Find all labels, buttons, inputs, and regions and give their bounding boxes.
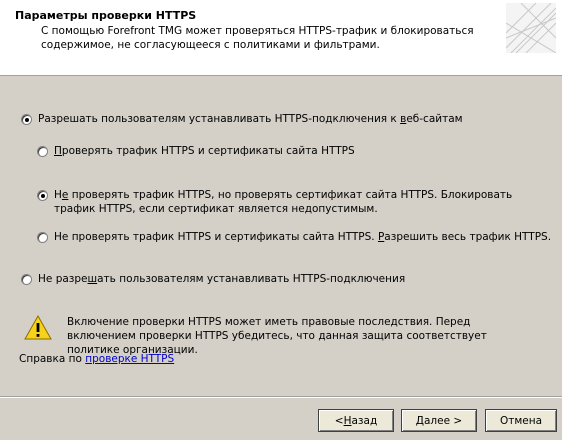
allow-all-radio[interactable]: [37, 232, 48, 243]
page-description: С помощью Forefront TMG может проверятьс…: [41, 25, 474, 51]
cancel-button[interactable]: Отмена: [485, 409, 557, 432]
help-link[interactable]: проверке HTTPS: [85, 353, 174, 365]
allow-https-label: Разрешать пользователям устанавливать HT…: [38, 113, 463, 125]
back-button[interactable]: < Назад: [318, 409, 394, 432]
help-prefix: Справка по: [19, 353, 86, 365]
inspect-traffic-option[interactable]: Проверять трафик HTTPS и сертификаты сай…: [37, 144, 355, 158]
allow-https-radio[interactable]: [21, 114, 32, 125]
inspect-traffic-label: Проверять трафик HTTPS и сертификаты сай…: [54, 145, 355, 157]
next-button[interactable]: Далее >: [401, 409, 477, 432]
warning-icon: [24, 315, 52, 340]
validate-cert-option[interactable]: Не проверять трафик HTTPS, но проверять …: [37, 188, 524, 216]
deny-https-option[interactable]: Не разрешать пользователям устанавливать…: [21, 272, 405, 286]
footer-divider: [0, 396, 562, 398]
validate-cert-radio[interactable]: [37, 190, 48, 201]
allow-https-option[interactable]: Разрешать пользователям устанавливать HT…: [21, 112, 463, 126]
wizard-header: Параметры проверки HTTPS С помощью Foref…: [0, 0, 562, 76]
wizard-logo-icon: [506, 3, 556, 53]
allow-all-label: Не проверять трафик HTTPS и сертификаты …: [54, 231, 552, 243]
validate-cert-label: Не проверять трафик HTTPS, но проверять …: [54, 189, 513, 215]
page-title: Параметры проверки HTTPS: [15, 9, 197, 22]
inspect-traffic-radio[interactable]: [37, 146, 48, 157]
allow-all-option[interactable]: Не проверять трафик HTTPS и сертификаты …: [37, 230, 551, 244]
warning-text: Включение проверки HTTPS может иметь пра…: [67, 316, 487, 356]
help-line: Справка по проверке HTTPS: [19, 353, 174, 365]
deny-https-label: Не разрешать пользователям устанавливать…: [38, 273, 406, 285]
wizard-body: Разрешать пользователям устанавливать HT…: [0, 76, 562, 396]
deny-https-radio[interactable]: [21, 274, 32, 285]
